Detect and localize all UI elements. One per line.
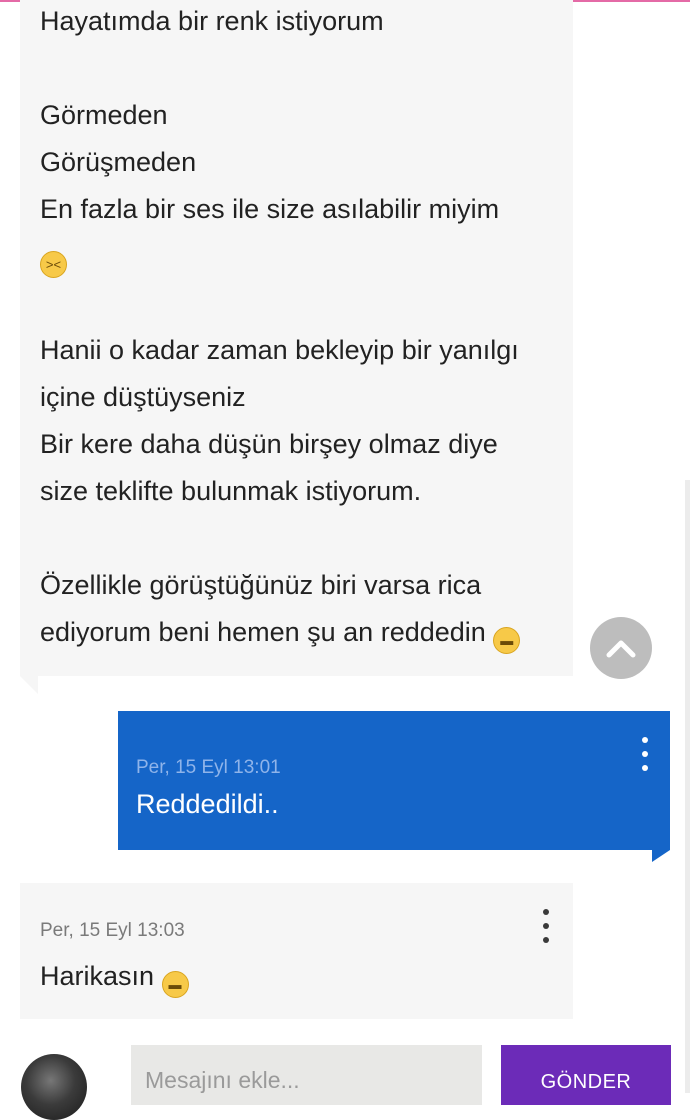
emoji-grin-icon: ▬ bbox=[493, 627, 521, 654]
message-composer: GÖNDER bbox=[0, 1040, 690, 1120]
message-timestamp: Per, 15 Eyl 13:01 bbox=[136, 757, 281, 778]
message-line: Görüşmeden bbox=[40, 147, 197, 177]
more-vertical-icon[interactable] bbox=[638, 737, 652, 771]
message-line: ediyorum beni hemen şu an reddedin ▬ bbox=[40, 609, 553, 656]
send-button[interactable]: GÖNDER bbox=[501, 1045, 671, 1105]
message-line: Görmeden bbox=[40, 100, 168, 130]
emoji-tears-icon: >< bbox=[40, 251, 67, 278]
chevron-up-icon bbox=[606, 640, 636, 658]
message-line: içine düştüyseniz bbox=[40, 382, 246, 412]
message-bubble-outgoing: Per, 15 Eyl 13:01 Reddedildi.. bbox=[118, 711, 670, 850]
more-vertical-icon[interactable] bbox=[539, 909, 553, 943]
message-line bbox=[40, 515, 553, 562]
message-line: >< bbox=[40, 233, 553, 280]
message-line: Bir kere daha düşün birşey olmaz diye bbox=[40, 429, 498, 459]
message-text: Hayatımda bir renk istiyorum Görmeden Görü… bbox=[40, 0, 553, 656]
bubble-tail bbox=[652, 850, 670, 862]
message-line bbox=[40, 45, 553, 92]
scroll-to-top-button[interactable] bbox=[590, 617, 652, 679]
message-line bbox=[40, 280, 553, 327]
message-input[interactable] bbox=[131, 1045, 482, 1105]
message-line: size teklifte bulunmak istiyorum. bbox=[40, 476, 422, 506]
avatar[interactable] bbox=[21, 1054, 87, 1120]
bubble-tail bbox=[20, 676, 38, 694]
message-line: Özellikle görüştüğünüz biri varsa rica bbox=[40, 570, 482, 600]
message-timestamp: Per, 15 Eyl 13:03 bbox=[40, 920, 185, 941]
scrollbar-track[interactable] bbox=[685, 480, 690, 1093]
message-line: Hanii o kadar zaman bekleyip bir yanılgı bbox=[40, 335, 519, 365]
emoji-grin-icon: ▬ bbox=[161, 971, 189, 998]
message-line: En fazla bir ses ile size asılabilir miy… bbox=[40, 194, 500, 224]
message-text: Harikasın ▬ bbox=[40, 961, 189, 998]
message-bubble-incoming: Per, 15 Eyl 13:03 Harikasın ▬ bbox=[20, 883, 573, 1019]
message-text: Reddedildi.. bbox=[136, 789, 279, 819]
message-bubble-incoming: Hayatımda bir renk istiyorum Görmeden Görü… bbox=[20, 0, 573, 676]
message-line: Hayatımda bir renk istiyorum bbox=[40, 6, 384, 36]
